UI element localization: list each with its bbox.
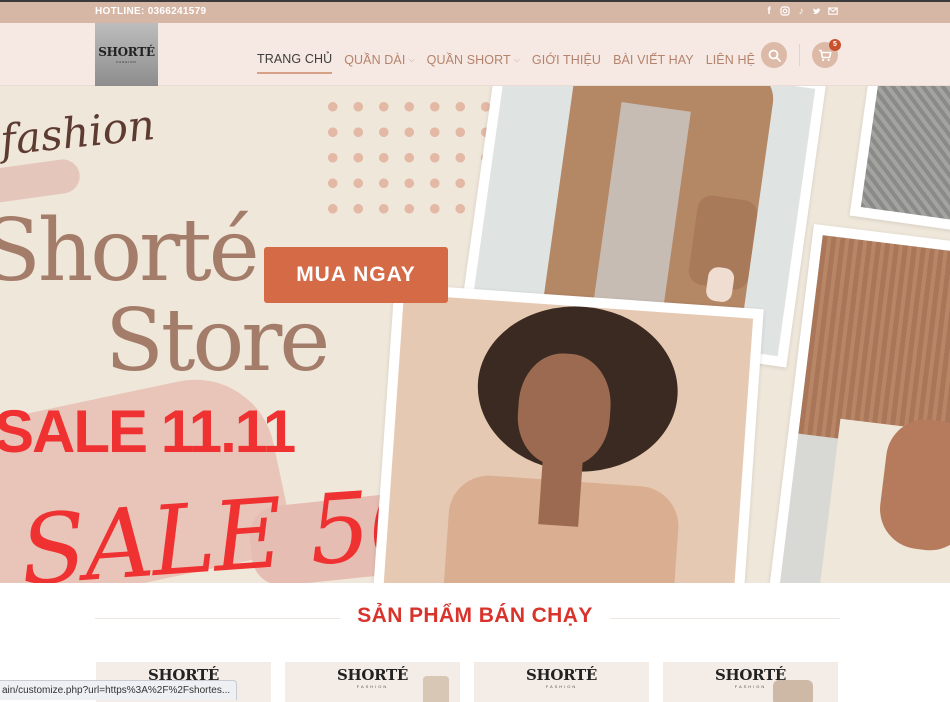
product-thumbnail <box>423 676 449 702</box>
tiktok-icon[interactable]: ♪ <box>796 6 806 17</box>
email-icon[interactable] <box>828 6 838 17</box>
chevron-down-icon: ⌵ <box>513 55 520 64</box>
nav-label: QUẦN SHORT <box>426 53 511 67</box>
product-card[interactable]: SHORTÉ FASHION <box>474 662 649 702</box>
buy-now-button[interactable]: MUA NGAY <box>264 247 448 303</box>
site-logo[interactable]: SHORTÉ FASHION <box>95 23 158 86</box>
nav-item-quan-dai[interactable]: QUẦN DÀI ⌵ <box>344 46 414 74</box>
site-header: SHORTÉ FASHION TRANG CHỦ QUẦN DÀI ⌵ QUẦN … <box>0 23 950 86</box>
header-divider <box>799 44 800 66</box>
hero-sale-text: SALE 11.11 <box>0 398 296 465</box>
hero-brand-line2: Store <box>105 291 330 391</box>
main-nav: TRANG CHỦ QUẦN DÀI ⌵ QUẦN SHORT ⌵ GIỚI THI… <box>257 46 767 74</box>
social-icons: f ♪ <box>764 6 838 17</box>
nav-label: QUẦN DÀI <box>344 53 406 67</box>
product-brand: SHORTÉ <box>525 666 598 684</box>
nav-item-quan-short[interactable]: QUẦN SHORT ⌵ <box>427 46 520 74</box>
product-thumbnail <box>773 680 813 702</box>
browser-status-bar: ain/customize.php?url=https%3A%2F%2Fshor… <box>0 680 238 700</box>
facebook-icon[interactable]: f <box>764 6 774 17</box>
search-button[interactable] <box>761 42 787 68</box>
hero-photo-portrait <box>370 283 764 583</box>
nav-label: LIÊN HỆ <box>705 53 756 67</box>
hero-script-text: fashion <box>0 100 158 165</box>
search-icon <box>768 49 781 62</box>
product-card[interactable]: SHORTÉ FASHION <box>285 662 460 702</box>
nav-item-gioi-thieu[interactable]: GIỚI THIỆU <box>532 46 601 74</box>
product-brand-sub: FASHION <box>545 684 578 689</box>
product-brand: SHORTÉ <box>714 666 787 684</box>
hero-banner[interactable]: fashion Shorté Store SALE 11.11 SALE 50% <box>0 86 950 583</box>
chevron-down-icon: ⌵ <box>408 55 415 64</box>
cart-icon <box>819 49 832 61</box>
nav-item-bai-viet-hay[interactable]: BÀI VIẾT HAY <box>613 46 694 74</box>
cart-count-badge: 5 <box>829 39 841 51</box>
nav-label: TRANG CHỦ <box>257 52 333 66</box>
hero-photo-street <box>849 86 950 235</box>
nav-item-home[interactable]: TRANG CHỦ <box>257 52 333 74</box>
top-bar: HOTLINE: 0366241579 f ♪ <box>0 0 950 23</box>
hero-brand-line1: Shorté <box>0 201 260 301</box>
nav-label: GIỚI THIỆU <box>531 53 602 67</box>
twitter-icon[interactable] <box>812 6 822 17</box>
product-card[interactable]: SHORTÉ FASHION <box>663 662 838 702</box>
hotline-text: HOTLINE: 0366241579 <box>95 6 207 17</box>
section-title: SẢN PHẨM BÁN CHẠY <box>357 604 593 627</box>
brush-stroke <box>0 157 82 205</box>
logo-subtext: FASHION <box>116 60 137 64</box>
nav-item-lien-he[interactable]: LIÊN HỆ <box>706 46 755 74</box>
nav-label: BÀI VIẾT HAY <box>613 53 694 67</box>
instagram-icon[interactable] <box>780 6 790 17</box>
logo-text: SHORTÉ <box>98 45 155 59</box>
